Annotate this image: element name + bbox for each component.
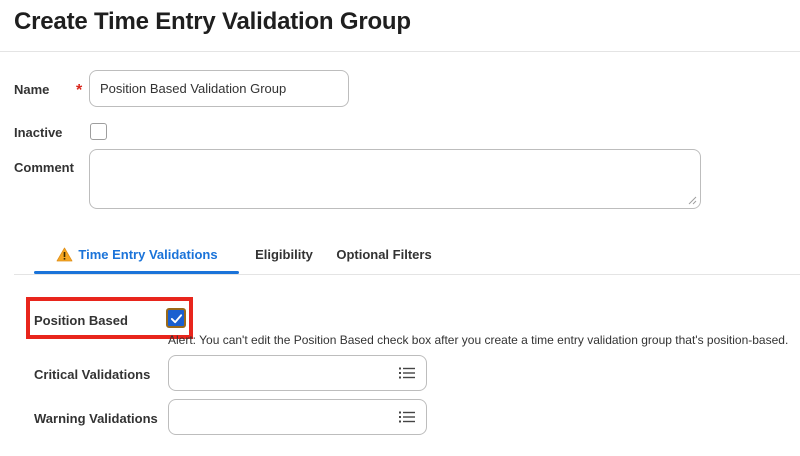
tab-label: Time Entry Validations <box>78 246 218 262</box>
name-input[interactable] <box>89 70 349 107</box>
tab-label: Optional Filters <box>336 246 432 262</box>
tab-label: Eligibility <box>255 246 313 262</box>
warning-icon <box>56 247 73 261</box>
position-based-alert: Alert: You can't edit the Position Based… <box>168 333 789 347</box>
header-divider <box>0 51 800 52</box>
warning-validations-prompt[interactable] <box>168 399 427 435</box>
comment-label: Comment <box>14 160 74 175</box>
page-title: Create Time Entry Validation Group <box>14 8 411 35</box>
position-based-checkbox[interactable] <box>166 308 186 328</box>
tab-optional-filters[interactable]: Optional Filters <box>319 233 449 275</box>
warning-validations-label: Warning Validations <box>34 411 158 426</box>
name-label: Name <box>14 82 50 97</box>
resize-grip-icon[interactable] <box>687 195 697 205</box>
comment-textarea[interactable] <box>89 149 701 209</box>
tabs-divider <box>14 274 800 275</box>
critical-validations-prompt[interactable] <box>168 355 427 391</box>
list-icon[interactable] <box>399 411 415 423</box>
tab-time-entry-validations[interactable]: Time Entry Validations <box>42 233 232 275</box>
required-marker: * <box>76 82 83 99</box>
critical-validations-label: Critical Validations <box>34 367 151 382</box>
inactive-label: Inactive <box>14 125 63 140</box>
position-based-label: Position Based <box>34 313 128 328</box>
create-validation-group-page: Create Time Entry Validation Group Name … <box>0 0 800 456</box>
inactive-checkbox[interactable] <box>90 123 107 140</box>
list-icon[interactable] <box>399 367 415 379</box>
tab-bar: Time Entry Validations Eligibility Optio… <box>14 233 800 277</box>
checkmark-icon <box>170 313 182 323</box>
